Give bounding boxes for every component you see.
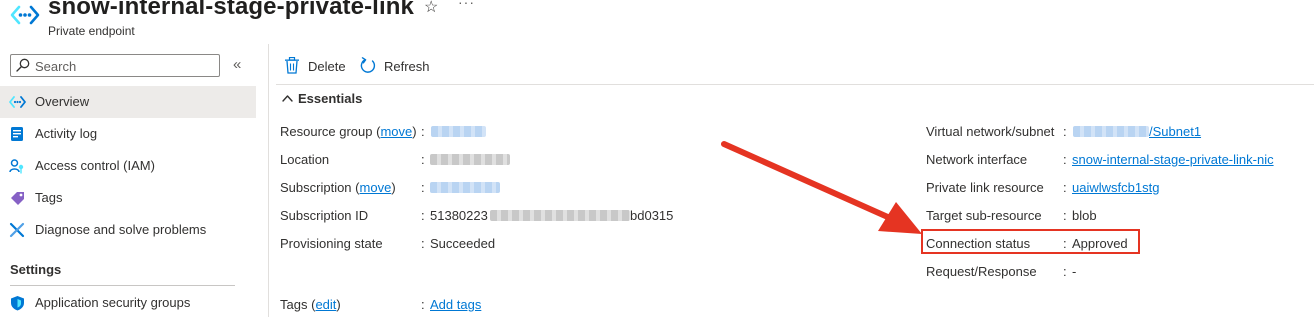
redacted-subscription[interactable] (430, 182, 500, 193)
sidebar-item-label: Diagnose and solve problems (35, 222, 207, 237)
subscription-id-suffix: bd0315 (630, 208, 674, 223)
separator: : (1063, 208, 1067, 223)
close-paren: ) (412, 124, 417, 139)
provisioning-state-value: Succeeded (430, 236, 496, 251)
private-endpoint-icon (10, 5, 40, 25)
network-interface-label: Network interface (926, 152, 1028, 167)
separator: : (421, 180, 425, 195)
activity-log-icon (11, 127, 23, 141)
divider (268, 44, 269, 317)
sidebar-item-label: Access control (IAM) (35, 158, 155, 173)
page-title: snow-internal-stage-private-link (48, 0, 414, 20)
close-paren: ) (391, 180, 396, 195)
wrench-icon (9, 222, 25, 238)
sidebar-item-label: Activity log (35, 126, 98, 141)
network-interface-link[interactable]: snow-internal-stage-private-link-nic (1072, 152, 1274, 167)
request-response-label: Request/Response (926, 264, 1037, 279)
shield-icon (11, 296, 24, 311)
sidebar: Search « Overview Activity log Access co… (0, 44, 256, 317)
search-icon (16, 58, 30, 72)
annotation-arrow (721, 141, 922, 234)
divider (10, 285, 235, 286)
target-sub-resource-label: Target sub-resource (926, 208, 1042, 223)
virtual-network-link[interactable]: /Subnet1 (1149, 124, 1201, 139)
edit-tags-link[interactable]: edit (315, 297, 336, 312)
divider (276, 84, 1314, 85)
sidebar-item-label: Application security groups (35, 295, 191, 310)
star-outline-icon[interactable]: ☆ (424, 0, 438, 17)
sidebar-item-label: Tags (35, 190, 63, 205)
delete-label: Delete (308, 59, 346, 74)
sidebar-item-label: Overview (35, 94, 90, 109)
property-label: Tags (280, 297, 308, 312)
move-subscription-link[interactable]: move (360, 180, 392, 195)
redacted-subscription-id (490, 210, 630, 221)
tags-label: Tags (edit) (280, 297, 341, 312)
separator: : (421, 152, 425, 167)
iam-icon (9, 159, 24, 174)
settings-heading: Settings (10, 262, 62, 277)
sidebar-item-iam[interactable]: Access control (IAM) (0, 150, 256, 182)
page-header: snow-internal-stage-private-link ☆ ··· P… (0, 0, 1314, 44)
request-response-value: - (1072, 264, 1077, 279)
page-subtitle: Private endpoint (48, 24, 135, 38)
sidebar-item-activity-log[interactable]: Activity log (0, 118, 256, 150)
search-input[interactable]: Search (10, 54, 220, 77)
redacted-resource-group[interactable] (431, 126, 486, 137)
close-paren: ) (336, 297, 341, 312)
redacted-virtual-network[interactable] (1073, 126, 1149, 137)
chevron-up-icon (282, 95, 293, 102)
private-link-resource-label: Private link resource (926, 180, 1044, 195)
separator: : (1063, 124, 1067, 139)
sidebar-item-overview[interactable]: Overview (0, 86, 256, 118)
overview-icon (9, 96, 26, 108)
location-label: Location (280, 152, 330, 167)
separator: : (421, 208, 425, 223)
refresh-label: Refresh (384, 59, 430, 74)
ellipsis-icon[interactable]: ··· (458, 0, 475, 10)
separator: : (421, 297, 425, 312)
collapse-sidebar-icon[interactable]: « (233, 56, 241, 73)
provisioning-state-label: Provisioning state (280, 236, 383, 251)
property-label: Subscription (280, 180, 352, 195)
resource-group-label: Resource group (move) (280, 124, 417, 139)
essentials-heading: Essentials (298, 91, 363, 106)
property-label: Resource group (280, 124, 373, 139)
subscription-id-prefix: 51380223 (430, 208, 488, 223)
subscription-id-label: Subscription ID (280, 208, 369, 223)
separator: : (421, 236, 425, 251)
separator: : (1063, 180, 1067, 195)
separator: : (1063, 152, 1067, 167)
command-bar: Delete Refresh (276, 44, 1314, 84)
target-sub-resource-value: blob (1072, 208, 1097, 223)
refresh-icon (360, 57, 376, 73)
virtual-network-label: Virtual network/subnet (926, 124, 1055, 139)
sidebar-item-application-security-groups[interactable]: Application security groups (0, 287, 256, 317)
redacted-location (430, 154, 510, 165)
tag-icon (11, 192, 24, 205)
sidebar-item-tags[interactable]: Tags (0, 182, 256, 214)
separator: : (421, 124, 425, 139)
sidebar-item-diagnose[interactable]: Diagnose and solve problems (0, 214, 256, 246)
trash-icon (285, 57, 299, 74)
private-link-resource-link[interactable]: uaiwlwsfcb1stg (1072, 180, 1159, 195)
search-placeholder: Search (35, 59, 77, 74)
add-tags-link[interactable]: Add tags (430, 297, 481, 312)
annotation-highlight-box (921, 229, 1140, 254)
move-resource-group-link[interactable]: move (380, 124, 412, 139)
subscription-label: Subscription (move) (280, 180, 396, 195)
separator: : (1063, 264, 1067, 279)
